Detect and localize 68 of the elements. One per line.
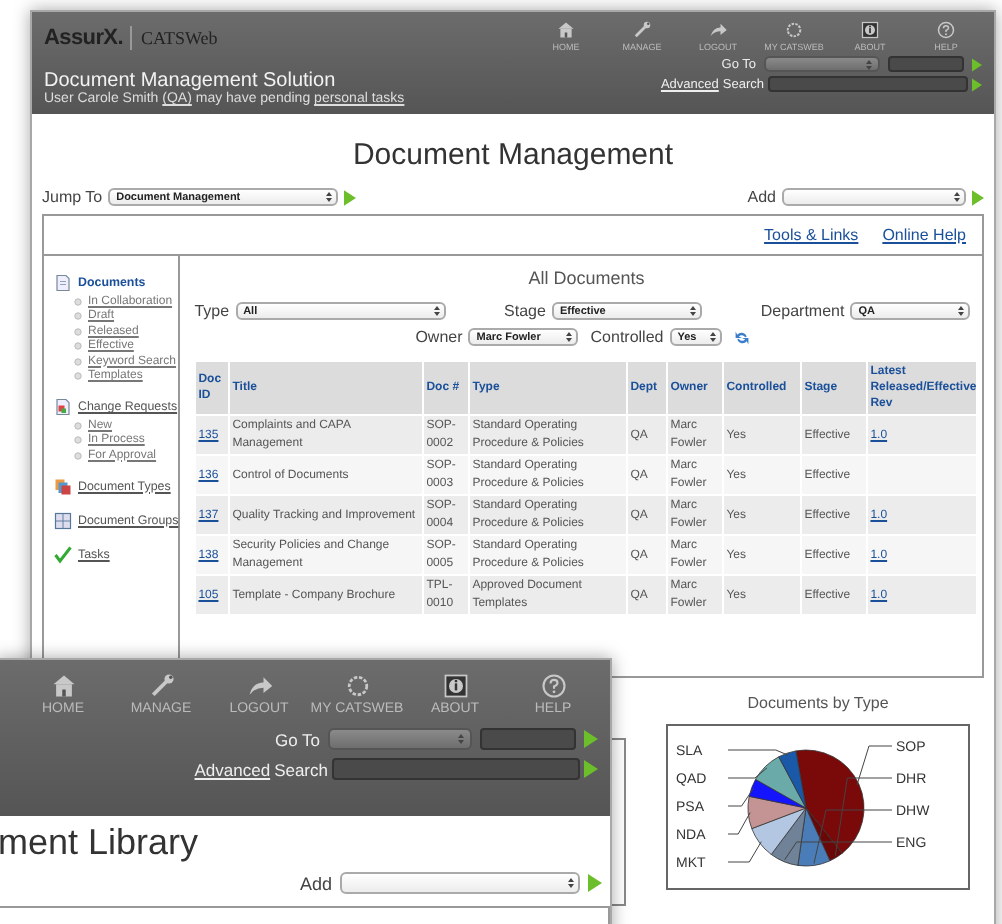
info-icon [441, 672, 469, 700]
list-title: All Documents [528, 268, 645, 288]
page-title: Document Management [350, 138, 676, 172]
stacked-documents-icon [54, 477, 72, 495]
page-title: ment Library [0, 822, 201, 864]
filter-label: Owner [415, 328, 463, 346]
bullet-icon [74, 372, 82, 380]
caret-icon [958, 306, 965, 316]
go-to-label: Go To [274, 729, 320, 749]
caret-icon [458, 734, 464, 744]
grid-document-icon [54, 511, 72, 529]
go-arrow-icon[interactable] [588, 874, 602, 892]
add-select[interactable] [340, 872, 580, 894]
house-icon [556, 20, 576, 40]
go-arrow-icon[interactable] [972, 189, 984, 205]
checkmark-icon [54, 545, 72, 563]
add-label: Add [299, 873, 332, 893]
bullet-icon [74, 421, 82, 429]
document-icon [54, 398, 72, 416]
bullet-icon [74, 342, 82, 350]
go-arrow-icon[interactable] [344, 189, 357, 205]
search-field[interactable] [332, 758, 580, 780]
bullet-icon [74, 436, 82, 444]
filter-label: Stage [504, 302, 546, 320]
search-field[interactable] [768, 76, 968, 92]
go-to-select[interactable] [328, 728, 472, 750]
add-select[interactable] [782, 188, 966, 206]
brand-logo: AssurX. [44, 26, 133, 50]
jump-to-label: Jump To [42, 188, 103, 206]
filter-label: Department [760, 302, 845, 320]
search-label: Search [274, 759, 328, 779]
house-icon [49, 672, 77, 700]
header-link[interactable]: Tools & Links [764, 226, 859, 244]
caret-icon [326, 192, 333, 202]
go-to-select[interactable] [764, 56, 880, 72]
bullet-icon [74, 312, 82, 320]
ring-icon [343, 672, 371, 700]
filter-label: Type [194, 302, 230, 320]
caret-icon [954, 192, 960, 202]
wrench-icon [147, 672, 175, 700]
chart-title: Documents by Type [747, 694, 889, 712]
refresh-icon[interactable] [733, 329, 750, 345]
bullet-icon [74, 451, 82, 459]
go-to-field[interactable] [480, 728, 576, 750]
bullet-icon [74, 357, 82, 365]
wrench-icon [632, 20, 652, 40]
filter-label: Controlled [590, 328, 664, 346]
ring-icon [784, 20, 804, 40]
caret-icon [566, 332, 573, 342]
arrow-icon [245, 672, 273, 700]
app-title: Document Management Solution [44, 70, 336, 92]
bullet-icon [74, 327, 82, 335]
header-link[interactable]: Online Help [882, 226, 966, 244]
info-icon [860, 20, 880, 40]
arrow-icon [708, 20, 728, 40]
caret-icon [866, 59, 872, 69]
document-icon [54, 274, 72, 292]
bullet-icon [74, 297, 82, 305]
go-to-field[interactable] [888, 56, 964, 72]
caret-icon [433, 306, 440, 316]
help-icon [936, 20, 956, 40]
add-label: Add [747, 188, 776, 206]
advanced-search-link[interactable]: Advanced [194, 759, 271, 779]
caret-icon [709, 332, 716, 342]
help-icon [539, 672, 567, 700]
product-logo: CATSWeb [140, 28, 218, 48]
caret-icon [568, 878, 574, 888]
caret-icon [689, 306, 696, 316]
